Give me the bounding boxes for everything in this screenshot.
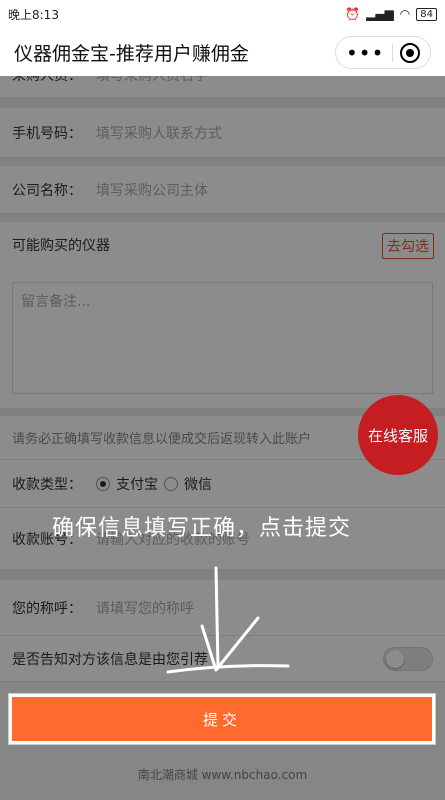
- submit-highlight: 提交: [8, 693, 436, 745]
- down-arrow-icon: [166, 566, 290, 674]
- remark-section: 留言备注...: [0, 268, 445, 408]
- phone-input[interactable]: 填写采购人联系方式: [96, 123, 222, 143]
- capsule-divider: [391, 43, 393, 62]
- radio-dot-checked: [96, 476, 110, 491]
- pay-type-label: 收款类型：: [12, 476, 82, 493]
- page-title: 仪器佣金宝-推荐用户赚佣金: [14, 42, 249, 65]
- contact-input[interactable]: 填写采购人员名字: [96, 76, 208, 85]
- select-instrument-button[interactable]: 去勾选: [382, 233, 434, 259]
- divider: [0, 214, 445, 222]
- radio-wechat-label: 微信: [184, 476, 212, 493]
- payment-notice: 请务必正确填写收款信息以便成交后返现转入此账户: [12, 432, 312, 447]
- company-row[interactable]: 公司名称： 填写采购公司主体: [0, 166, 445, 214]
- divider: [0, 158, 445, 166]
- company-label: 公司名称：: [12, 182, 82, 199]
- title-bar: 仪器佣金宝-推荐用户赚佣金 •••: [0, 28, 445, 76]
- instrument-row: 可能购买的仪器 去勾选: [0, 222, 445, 268]
- radio-dot-unchecked: [164, 476, 178, 491]
- annotation-text: 确保信息填写正确，点击提交: [52, 516, 352, 541]
- phone-row[interactable]: 手机号码： 填写采购人联系方式: [0, 108, 445, 158]
- company-input[interactable]: 填写采购公司主体: [96, 180, 208, 200]
- wifi-icon: ◠: [399, 7, 411, 21]
- radio-alipay[interactable]: 支付宝: [96, 474, 158, 494]
- screen: 晚上8:13 ⏰ ▂▄▆ ◠ 84 仪器佣金宝-推荐用户赚佣金 ••• 采购人员…: [0, 0, 445, 800]
- alarm-icon: ⏰: [345, 7, 361, 21]
- signal-icon: ▂▄▆: [366, 7, 394, 21]
- footer: 南北潮商城 www.nbchao.com: [137, 768, 308, 782]
- online-service-button[interactable]: 在线客服: [358, 395, 438, 475]
- radio-alipay-label: 支付宝: [116, 476, 158, 493]
- status-time: 晚上8:13: [8, 7, 59, 22]
- radio-wechat[interactable]: 微信: [164, 474, 212, 494]
- divider: [0, 98, 445, 108]
- nickname-label: 您的称呼：: [12, 600, 82, 617]
- phone-label: 手机号码：: [12, 125, 82, 142]
- contact-row[interactable]: 采购人员： 填写采购人员名字: [0, 76, 445, 98]
- inform-toggle[interactable]: [383, 647, 433, 671]
- submit-button[interactable]: 提交: [12, 697, 432, 741]
- miniprogram-capsule: •••: [335, 36, 431, 69]
- more-icon[interactable]: •••: [346, 43, 384, 63]
- status-bar: 晚上8:13 ⏰ ▂▄▆ ◠ 84: [0, 0, 445, 28]
- battery-icon: 84: [416, 7, 437, 21]
- status-icons: ⏰ ▂▄▆ ◠ 84: [345, 7, 437, 21]
- close-miniprogram-icon[interactable]: [399, 42, 420, 63]
- remark-textarea[interactable]: 留言备注...: [12, 282, 433, 394]
- contact-label: 采购人员：: [12, 76, 96, 85]
- instrument-label: 可能购买的仪器: [12, 238, 110, 254]
